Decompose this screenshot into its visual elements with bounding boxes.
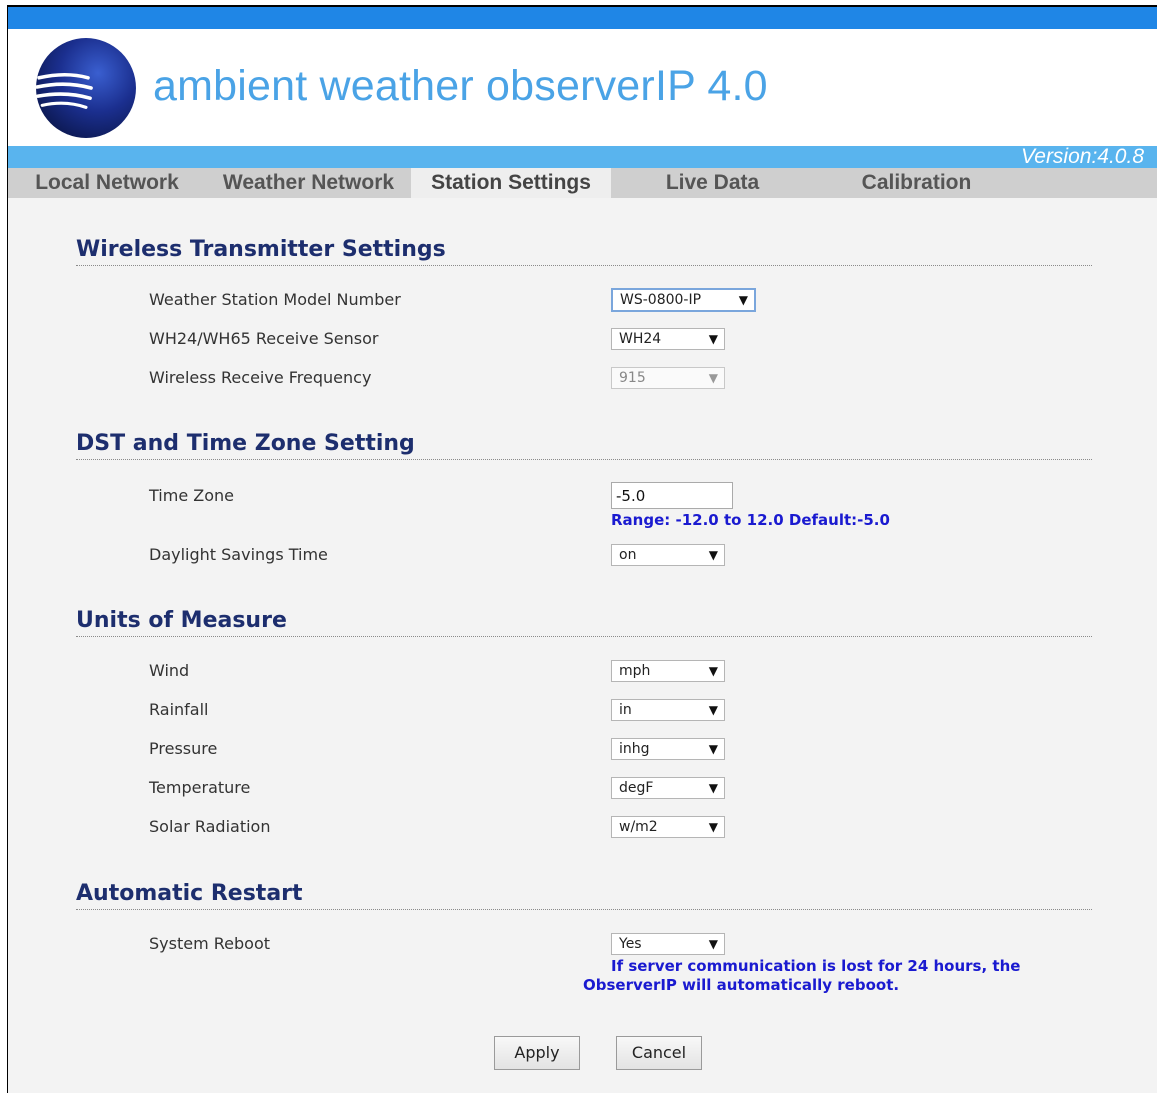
reboot-hint-line-2: ObserverIP will automatically reboot. bbox=[583, 976, 900, 994]
chevron-down-icon: ▼ bbox=[738, 293, 748, 307]
receive-frequency-label: Wireless Receive Frequency bbox=[149, 368, 372, 387]
pressure-label: Pressure bbox=[149, 739, 218, 758]
header: ambient weather observerIP 4.0 bbox=[8, 29, 1157, 146]
section-title-wireless: Wireless Transmitter Settings bbox=[76, 237, 446, 262]
time-zone-label: Time Zone bbox=[149, 486, 234, 505]
section-divider bbox=[76, 636, 1092, 637]
rainfall-unit-value: in bbox=[619, 702, 632, 718]
receive-frequency-value: 915 bbox=[619, 370, 646, 386]
solar-radiation-unit-value: w/m2 bbox=[619, 819, 658, 835]
chevron-down-icon: ▼ bbox=[708, 742, 718, 756]
app-title: ambient weather observerIP 4.0 bbox=[153, 62, 768, 110]
version-label: Version:4.0.8 bbox=[1021, 145, 1144, 168]
chevron-down-icon: ▼ bbox=[708, 548, 718, 562]
tab-bar: Local Network Weather Network Station Se… bbox=[8, 168, 1157, 198]
chevron-down-icon: ▼ bbox=[708, 820, 718, 834]
time-zone-input[interactable] bbox=[611, 482, 733, 509]
temperature-label: Temperature bbox=[149, 778, 251, 797]
cancel-button[interactable]: Cancel bbox=[616, 1036, 702, 1070]
system-reboot-value: Yes bbox=[619, 936, 642, 952]
section-divider bbox=[76, 909, 1092, 910]
section-title-restart: Automatic Restart bbox=[76, 881, 303, 906]
version-bar: Version:4.0.8 bbox=[8, 146, 1157, 168]
wind-label: Wind bbox=[149, 661, 190, 680]
section-divider bbox=[76, 265, 1092, 266]
apply-button[interactable]: Apply bbox=[494, 1036, 580, 1070]
rainfall-unit-select[interactable]: in ▼ bbox=[611, 699, 725, 721]
tab-calibration[interactable]: Calibration bbox=[814, 168, 1019, 198]
chevron-down-icon: ▼ bbox=[708, 664, 718, 678]
daylight-savings-label: Daylight Savings Time bbox=[149, 545, 328, 564]
chevron-down-icon: ▼ bbox=[708, 703, 718, 717]
tab-weather-network[interactable]: Weather Network bbox=[206, 168, 411, 198]
top-bar bbox=[8, 5, 1157, 29]
receive-sensor-label: WH24/WH65 Receive Sensor bbox=[149, 329, 379, 348]
section-divider bbox=[76, 459, 1092, 460]
section-title-units: Units of Measure bbox=[76, 608, 287, 633]
system-reboot-label: System Reboot bbox=[149, 934, 270, 953]
daylight-savings-select[interactable]: on ▼ bbox=[611, 544, 725, 566]
solar-radiation-unit-select[interactable]: w/m2 ▼ bbox=[611, 816, 725, 838]
receive-sensor-select[interactable]: WH24 ▼ bbox=[611, 328, 725, 350]
pressure-unit-value: inhg bbox=[619, 741, 650, 757]
section-title-dst: DST and Time Zone Setting bbox=[76, 431, 415, 456]
model-number-value: WS-0800-IP bbox=[620, 292, 702, 308]
wind-unit-value: mph bbox=[619, 663, 651, 679]
model-number-select[interactable]: WS-0800-IP ▼ bbox=[611, 288, 756, 312]
chevron-down-icon: ▼ bbox=[708, 937, 718, 951]
tab-station-settings[interactable]: Station Settings bbox=[411, 168, 611, 198]
pressure-unit-select[interactable]: inhg ▼ bbox=[611, 738, 725, 760]
reboot-hint-line-1: If server communication is lost for 24 h… bbox=[611, 957, 1021, 975]
time-zone-hint: Range: -12.0 to 12.0 Default:-5.0 bbox=[611, 511, 890, 529]
daylight-savings-value: on bbox=[619, 547, 637, 563]
solar-radiation-label: Solar Radiation bbox=[149, 817, 271, 836]
wind-unit-select[interactable]: mph ▼ bbox=[611, 660, 725, 682]
chevron-down-icon: ▼ bbox=[708, 332, 718, 346]
globe-logo-icon bbox=[35, 38, 136, 138]
temperature-unit-select[interactable]: degF ▼ bbox=[611, 777, 725, 799]
temperature-unit-value: degF bbox=[619, 780, 654, 796]
chevron-down-icon: ▼ bbox=[708, 781, 718, 795]
receive-frequency-select: 915 ▼ bbox=[611, 367, 725, 389]
tab-local-network[interactable]: Local Network bbox=[8, 168, 206, 198]
model-number-label: Weather Station Model Number bbox=[149, 290, 401, 309]
app-frame: ambient weather observerIP 4.0 Version:4… bbox=[7, 5, 1157, 1093]
system-reboot-select[interactable]: Yes ▼ bbox=[611, 933, 725, 955]
rainfall-label: Rainfall bbox=[149, 700, 209, 719]
tab-live-data[interactable]: Live Data bbox=[611, 168, 814, 198]
chevron-down-icon: ▼ bbox=[708, 371, 718, 385]
receive-sensor-value: WH24 bbox=[619, 331, 662, 347]
